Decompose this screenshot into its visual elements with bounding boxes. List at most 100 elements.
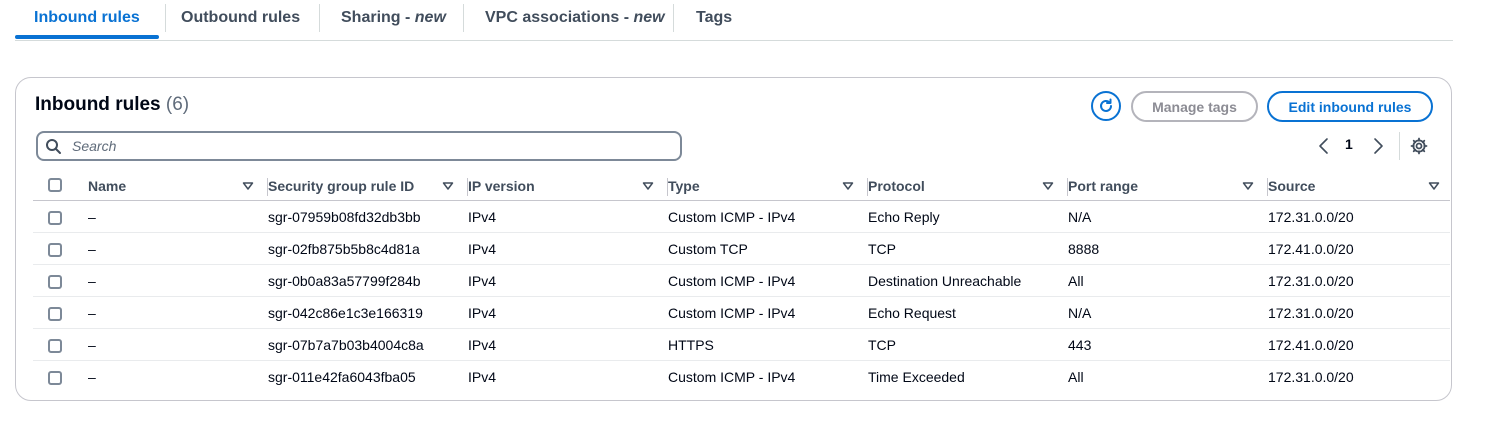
tab-label: VPC associations - bbox=[485, 9, 634, 26]
refresh-button[interactable] bbox=[1091, 91, 1121, 121]
cell-protocol: Echo Reply bbox=[868, 200, 1068, 233]
row-checkbox[interactable] bbox=[48, 306, 62, 321]
cell-port-range: All bbox=[1068, 264, 1268, 297]
tab-sharing[interactable]: Sharing - new bbox=[341, 0, 446, 38]
cell-rule-id: sgr-07959b08fd32db3bb bbox=[268, 200, 468, 233]
column-header-type[interactable]: Type bbox=[668, 171, 868, 201]
cell-protocol: Destination Unreachable bbox=[868, 264, 1068, 297]
sort-down-icon[interactable] bbox=[1428, 181, 1440, 191]
column-label: Protocol bbox=[868, 178, 925, 194]
cell-protocol: Time Exceeded bbox=[868, 368, 965, 385]
cell-ip-version: IPv4 bbox=[468, 296, 668, 329]
inbound-rules-panel: Inbound rules (6) Manage tags Edit inbou… bbox=[15, 77, 1452, 401]
tab-tags[interactable]: Tags bbox=[696, 0, 732, 38]
row-select-cell bbox=[33, 361, 88, 393]
column-header-ip-version[interactable]: IP version bbox=[468, 171, 668, 201]
column-label: IP version bbox=[468, 178, 535, 194]
column-header-name[interactable]: Name bbox=[88, 171, 268, 201]
cell-ip-version: IPv4 bbox=[468, 200, 668, 233]
row-checkbox[interactable] bbox=[48, 242, 62, 257]
cell-rule-id: sgr-07b7a7b03b4004c8a bbox=[268, 328, 468, 361]
search-icon bbox=[46, 139, 61, 154]
edit-inbound-rules-button[interactable]: Edit inbound rules bbox=[1267, 91, 1433, 122]
sort-down-icon[interactable] bbox=[1242, 181, 1254, 191]
column-label: Type bbox=[668, 178, 700, 194]
table-row[interactable]: – sgr-07b7a7b03b4004c8a IPv4 HTTPS TCP 4… bbox=[33, 328, 1450, 361]
cell-type: HTTPS bbox=[668, 328, 868, 361]
cell-rule-id: sgr-011e42fa6043fba05 bbox=[268, 368, 416, 385]
refresh-icon bbox=[1100, 98, 1112, 112]
cell-name: – bbox=[88, 200, 268, 233]
cell-port-range: 443 bbox=[1068, 328, 1268, 361]
cell-ip-version: IPv4 bbox=[468, 368, 497, 385]
row-checkbox[interactable] bbox=[48, 274, 62, 289]
cell-port-range: All bbox=[1068, 368, 1084, 385]
row-checkbox[interactable] bbox=[48, 370, 62, 385]
manage-tags-button[interactable]: Manage tags bbox=[1131, 91, 1258, 122]
tab-inbound-rules[interactable]: Inbound rules bbox=[34, 0, 140, 38]
cell-rule-id: sgr-0b0a83a57799f284b bbox=[268, 264, 468, 297]
cell-source: 172.31.0.0/20 bbox=[1268, 296, 1450, 329]
tab-outbound-rules[interactable]: Outbound rules bbox=[181, 0, 300, 38]
row-select-cell bbox=[33, 328, 88, 361]
column-label: Port range bbox=[1068, 178, 1139, 194]
cell-name: – bbox=[88, 328, 268, 361]
row-select-cell bbox=[33, 264, 88, 297]
cell-type: Custom ICMP - IPv4 bbox=[668, 200, 868, 233]
gear-icon[interactable] bbox=[1410, 137, 1428, 155]
cell-ip-version: IPv4 bbox=[468, 328, 668, 361]
sort-down-icon[interactable] bbox=[642, 181, 654, 191]
search-field[interactable] bbox=[36, 131, 682, 161]
cell-port-range: N/A bbox=[1068, 296, 1268, 329]
table-header-row: Name Security group rule ID IP version T… bbox=[33, 171, 1450, 201]
table-row[interactable]: – sgr-011e42fa6043fba05 IPv4 Custom ICMP… bbox=[33, 361, 1450, 393]
table-row[interactable]: – sgr-07959b08fd32db3bb IPv4 Custom ICMP… bbox=[33, 200, 1450, 233]
column-label: Source bbox=[1268, 178, 1316, 194]
row-select-cell bbox=[33, 232, 88, 265]
tab-divider bbox=[673, 4, 674, 32]
cell-rule-id: sgr-042c86e1c3e166319 bbox=[268, 296, 468, 329]
cell-name: – bbox=[88, 296, 268, 329]
column-header-rule-id[interactable]: Security group rule ID bbox=[268, 171, 468, 201]
sort-down-icon[interactable] bbox=[842, 181, 854, 191]
cell-rule-id: sgr-02fb875b5b8c4d81a bbox=[268, 232, 468, 265]
cell-source: 172.31.0.0/20 bbox=[1268, 368, 1354, 385]
cell-source: 172.31.0.0/20 bbox=[1268, 264, 1450, 297]
tab-label: Outbound rules bbox=[181, 9, 301, 26]
tab-label: Sharing - bbox=[341, 9, 415, 26]
table-row[interactable]: – sgr-02fb875b5b8c4d81a IPv4 Custom TCP … bbox=[33, 232, 1450, 265]
rule-count: (6) bbox=[165, 94, 190, 115]
cell-name: – bbox=[88, 264, 268, 297]
cell-type: Custom ICMP - IPv4 bbox=[668, 296, 868, 329]
tab-divider bbox=[319, 4, 320, 32]
search-input[interactable] bbox=[72, 136, 662, 156]
sort-down-icon[interactable] bbox=[442, 181, 454, 191]
row-checkbox[interactable] bbox=[48, 338, 62, 353]
table-row[interactable]: – sgr-042c86e1c3e166319 IPv4 Custom ICMP… bbox=[33, 296, 1450, 329]
tab-vpc-associations[interactable]: VPC associations - new bbox=[485, 0, 665, 38]
column-label: Name bbox=[88, 178, 127, 194]
cell-protocol: Echo Request bbox=[868, 296, 1068, 329]
cell-name: – bbox=[88, 232, 268, 265]
chevron-right-icon[interactable] bbox=[1371, 137, 1385, 155]
select-all-checkbox[interactable] bbox=[48, 178, 62, 192]
sort-down-icon[interactable] bbox=[242, 181, 254, 191]
sort-down-icon[interactable] bbox=[1042, 181, 1054, 191]
column-header-port-range[interactable]: Port range bbox=[1068, 171, 1268, 201]
select-all-cell bbox=[33, 171, 88, 201]
current-page[interactable]: 1 bbox=[1345, 136, 1353, 152]
cell-protocol: TCP bbox=[868, 232, 1068, 265]
column-header-protocol[interactable]: Protocol bbox=[868, 171, 1068, 201]
chevron-left-icon[interactable] bbox=[1317, 137, 1331, 155]
table-row[interactable]: – sgr-0b0a83a57799f284b IPv4 Custom ICMP… bbox=[33, 264, 1450, 297]
row-checkbox[interactable] bbox=[48, 210, 62, 225]
new-tag: new bbox=[633, 9, 665, 26]
tab-label: Tags bbox=[696, 9, 733, 26]
cell-port-range: 8888 bbox=[1068, 232, 1268, 265]
new-tag: new bbox=[414, 9, 446, 26]
tab-divider bbox=[463, 4, 464, 32]
cell-name: – bbox=[88, 368, 96, 385]
cell-source: 172.31.0.0/20 bbox=[1268, 200, 1450, 233]
column-header-source[interactable]: Source bbox=[1268, 171, 1450, 201]
panel-title-text: Inbound rules bbox=[35, 94, 161, 115]
